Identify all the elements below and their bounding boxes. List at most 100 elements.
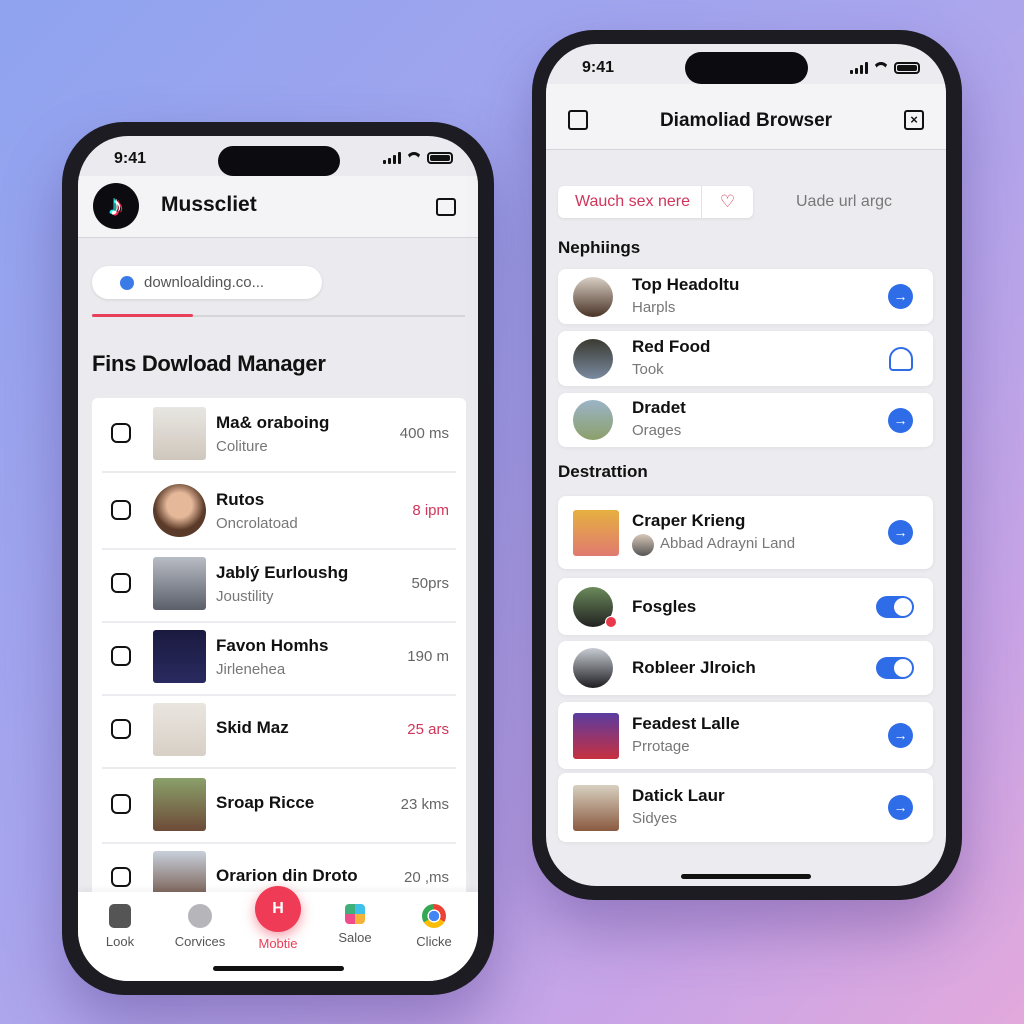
nav-label: Look xyxy=(105,934,135,949)
progress-fill xyxy=(92,314,193,317)
thumbnail xyxy=(153,407,206,460)
item-title: Red Food xyxy=(632,336,711,356)
status-time: 9:41 xyxy=(114,150,147,167)
url-search-field[interactable]: downloalding.co... xyxy=(92,266,322,299)
download-meta: 50prs xyxy=(411,575,449,592)
close-bag-icon[interactable]: × xyxy=(904,110,924,130)
toggle-switch[interactable] xyxy=(876,657,914,679)
nav-item-clicke[interactable]: Clicke xyxy=(394,904,474,949)
profile-icon xyxy=(109,904,131,928)
left-phone: 9:41 ♪ Musscliet downloalding.co... Fins… xyxy=(62,122,494,995)
list-card[interactable]: Craper Krieng Abbad Adrayni Land → xyxy=(558,496,933,569)
wifi-icon xyxy=(406,152,422,164)
item-subtitle: Prrotage xyxy=(632,737,690,755)
home-indicator xyxy=(681,874,811,879)
right-screen: 9:41 Diamoliad Browser × Wauch sex nere … xyxy=(546,44,946,886)
chrome-icon xyxy=(422,904,446,928)
download-row[interactable]: Favon Homhs Jirlenehea 190 m xyxy=(92,621,466,696)
row-checkbox[interactable] xyxy=(111,646,131,666)
download-title: Sroap Ricce xyxy=(216,793,315,812)
url-text: downloalding.co... xyxy=(144,274,265,291)
item-subtitle: Sidyes xyxy=(632,809,678,827)
home-indicator xyxy=(213,966,344,971)
nav-label: Clicke xyxy=(416,934,452,949)
download-subtitle: Coliture xyxy=(216,438,268,455)
avatar xyxy=(573,648,613,688)
nav-item-saloe[interactable]: Saloe xyxy=(315,904,395,945)
chat-icon xyxy=(188,904,212,928)
list-card[interactable]: Red Food Took xyxy=(558,331,933,386)
toggle-switch[interactable] xyxy=(876,595,914,618)
thumbnail xyxy=(153,484,206,537)
shopping-bag-icon[interactable] xyxy=(436,198,456,216)
item-title: Datick Laur xyxy=(632,785,725,805)
nav-item-mobtie[interactable]: H Mobtie xyxy=(238,886,318,951)
search-field[interactable]: Wauch sex nere ♡ xyxy=(558,186,753,218)
row-checkbox[interactable] xyxy=(111,500,131,520)
list-card[interactable]: Dradet Orages → xyxy=(558,393,933,447)
thumbnail xyxy=(153,557,206,610)
nav-item-corvices[interactable]: Corvices xyxy=(160,904,240,949)
status-icons xyxy=(850,62,920,74)
item-subtitle: Abbad Adrayni Land xyxy=(660,534,796,552)
secondary-url-text[interactable]: Uade url argc xyxy=(796,193,892,211)
item-title: Dradet xyxy=(632,398,686,417)
tiktok-logo-icon[interactable]: ♪ xyxy=(93,183,139,229)
item-subtitle: Orages xyxy=(632,422,682,439)
arrow-right-icon[interactable]: → xyxy=(888,284,913,309)
download-row[interactable]: Ma& oraboing Coliture 400 ms xyxy=(92,398,466,473)
arrow-right-icon[interactable]: → xyxy=(888,723,913,748)
download-row[interactable]: Sroap Ricce 23 kms xyxy=(92,769,466,844)
row-checkbox[interactable] xyxy=(111,867,131,887)
list-card[interactable]: Datick Laur Sidyes → xyxy=(558,773,933,842)
wifi-icon xyxy=(873,62,889,74)
nav-label: Corvices xyxy=(174,934,226,949)
list-card[interactable]: Feadest Lalle Prrotage → xyxy=(558,702,933,769)
nav-item-look[interactable]: Look xyxy=(80,904,160,949)
heart-icon[interactable]: ♡ xyxy=(701,186,753,218)
section-title: Destrattion xyxy=(558,462,648,481)
download-fab-icon[interactable]: H xyxy=(255,886,301,932)
item-title: Robleer Jlroich xyxy=(632,658,756,677)
download-meta: 23 kms xyxy=(400,796,449,813)
page-title: Diamoliad Browser xyxy=(659,110,833,131)
download-subtitle: Jirlenehea xyxy=(216,661,286,678)
nav-label: Mobtie xyxy=(258,936,298,951)
arrow-right-icon[interactable]: → xyxy=(888,407,913,433)
row-checkbox[interactable] xyxy=(111,794,131,814)
download-row[interactable]: Rutos Oncrolatoad 8 ipm xyxy=(92,475,466,550)
dynamic-island xyxy=(218,146,340,176)
cloud-icon[interactable] xyxy=(889,346,913,371)
row-checkbox[interactable] xyxy=(111,573,131,593)
download-title: Skid Maz xyxy=(216,718,289,737)
item-subtitle: Harpls xyxy=(632,298,676,316)
avatar xyxy=(573,712,619,759)
search-text: Wauch sex nere xyxy=(575,193,691,210)
arrow-right-icon[interactable]: → xyxy=(888,795,913,820)
globe-icon xyxy=(120,276,134,290)
left-screen: 9:41 ♪ Musscliet downloalding.co... Fins… xyxy=(78,136,478,981)
download-meta: 20 ,ms xyxy=(403,869,449,886)
thumbnail xyxy=(153,778,206,831)
item-title: Feadest Lalle xyxy=(632,713,740,733)
signal-icon xyxy=(383,152,401,164)
list-card[interactable]: Robleer Jlroich xyxy=(558,641,933,695)
mini-avatar xyxy=(632,534,654,556)
item-title: Fosgles xyxy=(632,596,697,616)
download-row[interactable]: Jablý Eurloushg Joustility 50prs xyxy=(92,548,466,623)
arrow-right-icon[interactable]: → xyxy=(888,520,913,545)
download-title: Favon Homhs xyxy=(216,636,329,655)
list-card[interactable]: Fosgles xyxy=(558,578,933,635)
row-checkbox[interactable] xyxy=(111,719,131,739)
avatar xyxy=(573,400,613,440)
item-title: Craper Krieng xyxy=(632,510,746,530)
nav-label: Saloe xyxy=(338,930,372,945)
right-phone: 9:41 Diamoliad Browser × Wauch sex nere … xyxy=(532,30,962,900)
download-meta: 190 m xyxy=(407,648,449,665)
download-list: Ma& oraboing Coliture 400 ms Rutos Oncro… xyxy=(92,398,466,904)
battery-icon xyxy=(427,152,453,164)
battery-icon xyxy=(894,62,920,74)
row-checkbox[interactable] xyxy=(111,423,131,443)
download-row[interactable]: Skid Maz 25 ars xyxy=(92,694,466,769)
list-card[interactable]: Top Headoltu Harpls → xyxy=(558,269,933,324)
